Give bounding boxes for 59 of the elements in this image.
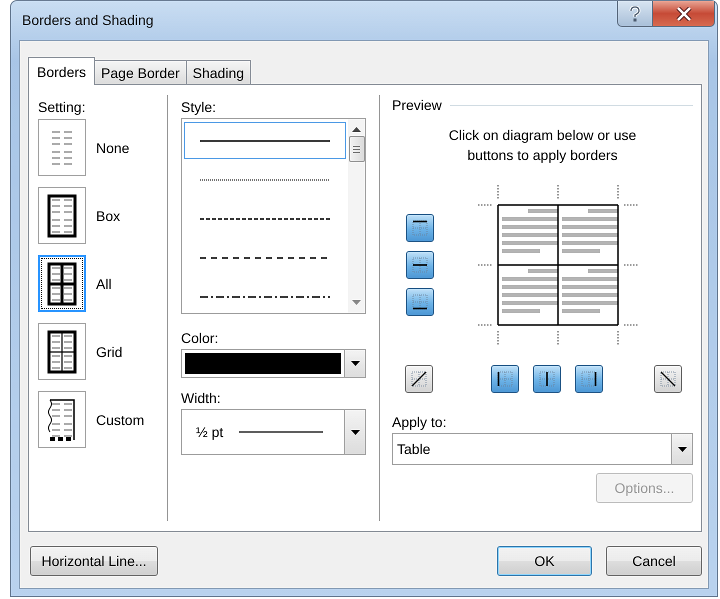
table-preview-drawing[interactable] (478, 185, 638, 345)
width-dropdown[interactable]: ½ pt (181, 409, 366, 455)
ok-button[interactable]: OK (497, 546, 592, 576)
border-icon (411, 256, 429, 274)
setting-option-label: Box (96, 208, 120, 224)
setting-option-label: Grid (96, 344, 122, 360)
tab[interactable]: Page Border (94, 60, 187, 84)
dropdown-arrow-icon (350, 430, 360, 434)
border-toggle-button[interactable] (406, 214, 434, 242)
border-toggle-button[interactable] (533, 365, 561, 393)
preview-instructions: Click on diagram below or use buttons to apply borders (448, 126, 638, 165)
width-label: Width: (181, 390, 221, 406)
setting-option[interactable] (38, 323, 86, 380)
line-style-option[interactable] (184, 122, 346, 159)
window-title: Borders and Shading (22, 12, 154, 28)
tab[interactable]: Borders (28, 57, 96, 85)
setting-option[interactable] (38, 391, 86, 448)
dropdown-arrow-icon (350, 361, 360, 366)
border-toggle-button[interactable] (406, 288, 434, 316)
setting-option[interactable] (38, 187, 86, 244)
border-icon (538, 370, 556, 388)
apply-to-dropdown[interactable]: Table (392, 433, 693, 465)
horizontal-line-button[interactable]: Horizontal Line... (30, 546, 158, 576)
close-icon (676, 6, 692, 20)
border-icon (496, 370, 514, 388)
scroll-up-icon (352, 126, 361, 132)
scroll-down-icon (352, 300, 361, 306)
page-layout-icon (47, 262, 77, 306)
color-dropdown[interactable] (181, 349, 366, 378)
border-icon (410, 370, 428, 388)
page-layout-icon (47, 330, 77, 374)
setting-option-label: None (96, 140, 130, 156)
page-layout-icon (47, 194, 77, 238)
setting-label: Setting: (38, 99, 86, 115)
border-icon (411, 293, 429, 311)
border-toggle-button[interactable] (405, 365, 433, 393)
tab[interactable]: Shading (186, 60, 252, 84)
cancel-button[interactable]: Cancel (606, 546, 702, 576)
border-toggle-button[interactable] (654, 365, 682, 393)
help-icon (628, 6, 642, 22)
border-toggle-button[interactable] (575, 365, 603, 393)
scrollbar[interactable] (348, 119, 365, 313)
style-list[interactable] (181, 118, 366, 314)
page-layout-icon (47, 398, 77, 442)
border-icon (659, 370, 677, 388)
setting-option-label: Custom (96, 412, 144, 428)
setting-option[interactable] (38, 255, 86, 312)
border-toggle-button[interactable] (491, 365, 519, 393)
style-label: Style: (181, 99, 216, 115)
apply-to-label: Apply to: (392, 414, 446, 430)
color-label: Color: (181, 330, 218, 346)
setting-option-label: All (96, 276, 112, 292)
preview-label: Preview (392, 97, 442, 113)
border-icon (580, 370, 598, 388)
border-icon (411, 219, 429, 237)
close-button[interactable] (653, 1, 715, 27)
dropdown-arrow-icon (678, 446, 686, 452)
border-toggle-button[interactable] (406, 251, 434, 279)
help-button[interactable] (617, 1, 653, 27)
